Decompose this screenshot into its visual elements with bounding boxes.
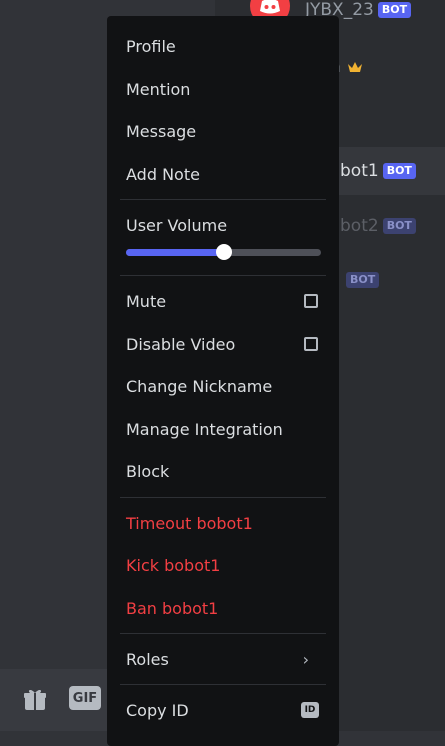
volume-thumb[interactable] xyxy=(215,244,232,260)
bot-badge: BOT xyxy=(346,272,380,288)
volume-fill xyxy=(126,249,224,256)
menu-separator xyxy=(120,275,326,276)
menu-item-profile[interactable]: Profile xyxy=(115,27,331,65)
menu-item-add-note[interactable]: Add Note xyxy=(115,155,331,193)
menu-item-label: Disable Video xyxy=(126,334,236,354)
menu-separator xyxy=(120,497,326,498)
member-name: bot1 xyxy=(340,161,379,181)
menu-item-change-nickname[interactable]: Change Nickname xyxy=(115,367,331,405)
menu-separator xyxy=(120,199,326,200)
member-row-owner[interactable]: n xyxy=(330,43,445,91)
discord-logo-icon xyxy=(260,0,280,14)
crown-icon xyxy=(347,62,362,72)
bot-badge: BOT xyxy=(377,2,412,18)
menu-item-manage-integration[interactable]: Manage Integration xyxy=(115,410,331,448)
menu-separator xyxy=(120,633,326,634)
menu-item-message[interactable]: Message xyxy=(115,112,331,150)
menu-item-kick[interactable]: Kick bobot1 xyxy=(115,546,331,584)
member-name: bot2 xyxy=(340,216,379,236)
menu-item-ban[interactable]: Ban bobot1 xyxy=(115,589,331,627)
menu-item-label: Mute xyxy=(126,291,167,311)
menu-item-timeout[interactable]: Timeout bobot1 xyxy=(115,504,331,542)
gif-button[interactable]: GIF xyxy=(69,686,101,710)
menu-item-label: Copy ID xyxy=(126,700,189,720)
mute-checkbox[interactable] xyxy=(304,294,318,308)
gift-icon[interactable] xyxy=(22,686,48,712)
menu-item-user-volume: User Volume xyxy=(126,215,228,235)
bot-badge: BOT xyxy=(382,163,416,179)
menu-item-mention[interactable]: Mention xyxy=(115,70,331,108)
menu-item-mute[interactable]: Mute xyxy=(115,282,331,320)
menu-item-block[interactable]: Block xyxy=(115,452,331,490)
menu-separator xyxy=(120,684,326,685)
user-volume-slider[interactable] xyxy=(126,244,321,260)
menu-item-copy-id[interactable]: Copy ID ID xyxy=(115,691,331,729)
menu-item-disable-video[interactable]: Disable Video xyxy=(115,325,331,363)
chevron-right-icon: › xyxy=(302,649,309,669)
context-menu: Profile Mention Message Add Note User Vo… xyxy=(107,16,339,746)
bot-badge: BOT xyxy=(382,218,416,234)
menu-item-roles[interactable]: Roles › xyxy=(115,640,331,678)
disable-video-checkbox[interactable] xyxy=(304,337,318,351)
id-icon: ID xyxy=(301,702,319,718)
menu-item-label: Roles xyxy=(126,649,169,669)
